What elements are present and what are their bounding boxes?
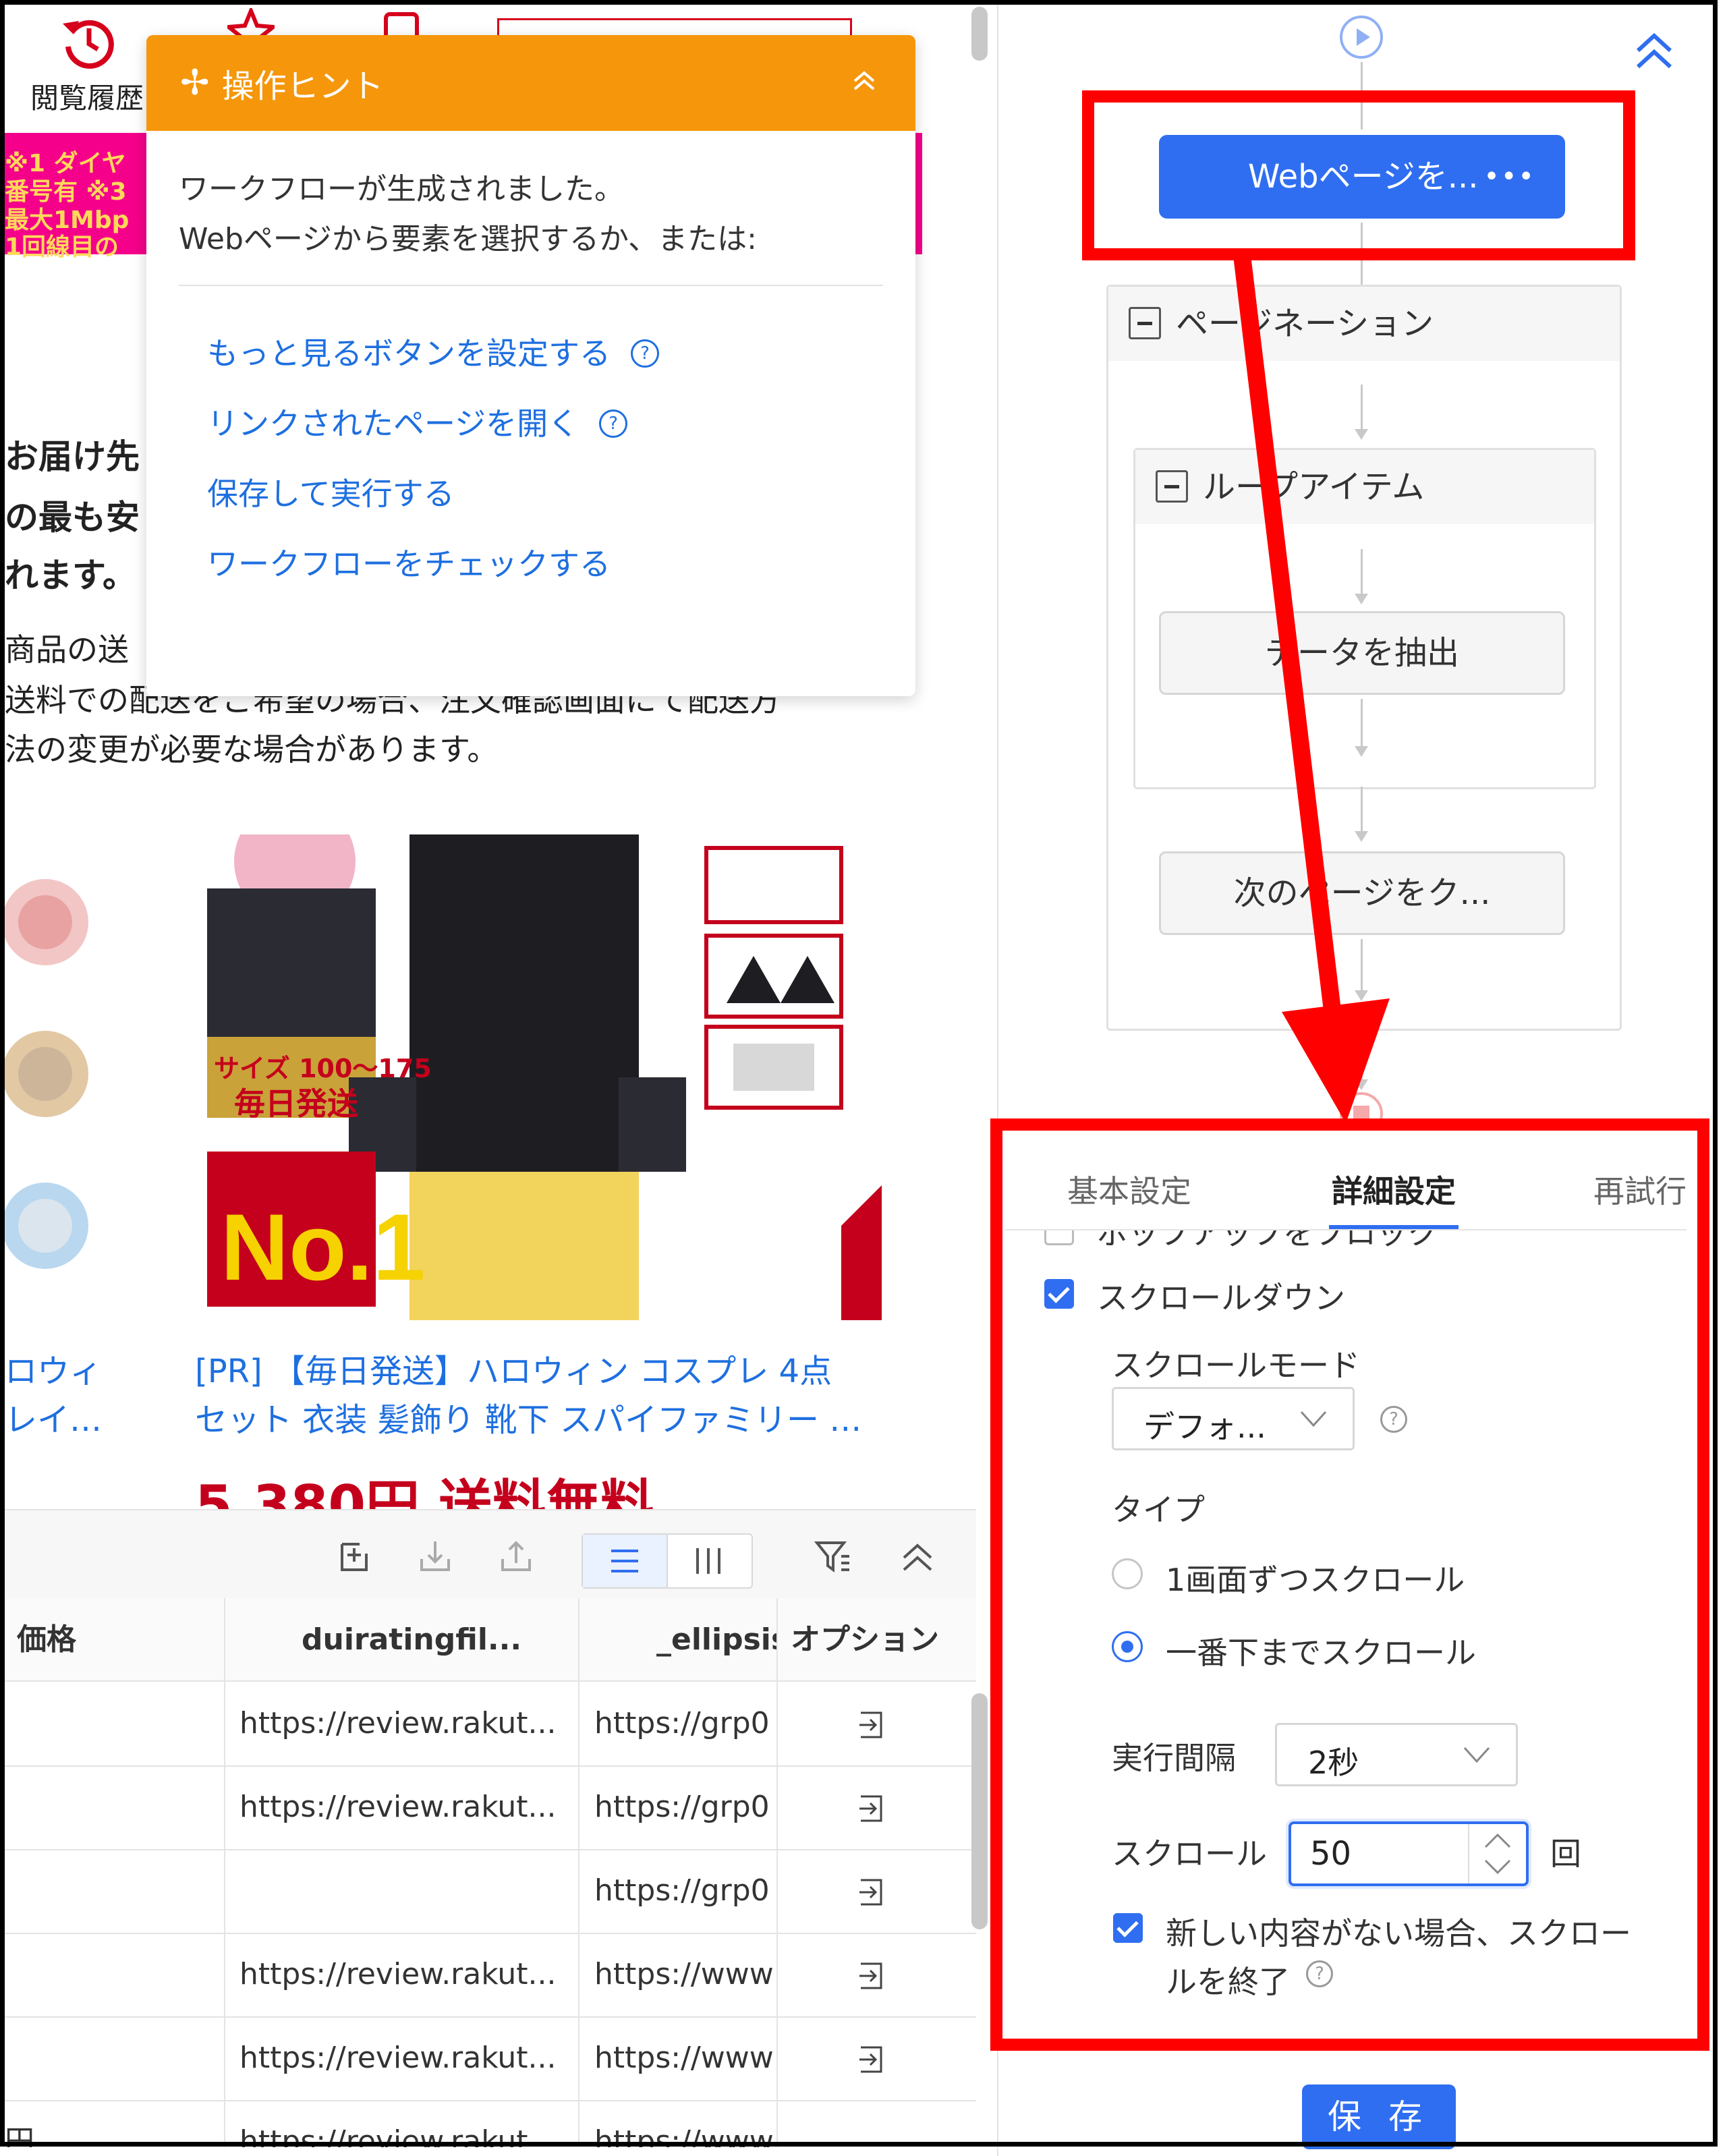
collapse-toggle-icon[interactable] <box>1129 307 1161 339</box>
link-label: ワークフローをチェックする <box>207 546 611 582</box>
table-cell[interactable]: https://review.rakut... <box>239 2016 570 2100</box>
row-option-icon[interactable] <box>858 1961 885 1991</box>
product-thumbnail[interactable] <box>5 841 99 1327</box>
popup-title: 操作ヒント <box>221 67 384 105</box>
collapse-up-icon[interactable] <box>899 1537 936 1575</box>
row-option-icon[interactable] <box>858 2045 885 2074</box>
product-badge-size: サイズ 100〜175 <box>214 1054 432 1083</box>
data-table-toolbar <box>5 1509 976 1599</box>
column-header[interactable]: _ellipsis <box>656 1598 776 1682</box>
page-heading: お届け先 <box>5 437 140 476</box>
import-icon[interactable] <box>416 1537 454 1575</box>
history-label[interactable]: 閲覧履歴 <box>30 76 144 117</box>
table-cell[interactable]: https://review.rakut... <box>239 2100 570 2147</box>
annotation-arrow-icon <box>1233 248 1390 1123</box>
collapse-icon[interactable] <box>851 67 878 94</box>
table-cell[interactable]: https://www <box>594 1933 776 2016</box>
popup-message: ワークフローが生成されました。 <box>179 172 624 206</box>
table-cell[interactable]: https://review.rakut... <box>239 1765 570 1849</box>
table-cell[interactable]: https://review.rakut... <box>239 1682 570 1765</box>
save-and-run-link[interactable]: 保存して実行する <box>179 459 883 529</box>
product-badge-daily: 毎日発送 <box>234 1085 358 1122</box>
column-view-icon[interactable] <box>692 1547 725 1575</box>
save-button[interactable]: 保 存 <box>1302 2084 1456 2149</box>
operation-hint-popup: ✢ 操作ヒント ワークフローが生成されました。 Webページから要素を選択するか… <box>146 35 915 696</box>
column-divider <box>578 1598 579 2147</box>
row-option-icon[interactable] <box>858 1794 885 1823</box>
list-view-icon <box>611 1550 638 1572</box>
add-field-icon[interactable] <box>335 1537 373 1575</box>
table-cell[interactable]: https://grp0 <box>594 1682 776 1765</box>
divider <box>179 285 883 286</box>
table-scrollbar[interactable] <box>971 1693 988 1929</box>
table-cell[interactable]: https://www <box>594 2100 776 2147</box>
open-linked-page-link[interactable]: リンクされたページを開く ? <box>179 389 883 459</box>
row-option-icon[interactable] <box>858 1710 885 1740</box>
product-image[interactable]: No.1 サイズ 100〜175 毎日発送 <box>194 834 882 1320</box>
product-title[interactable]: [PR] 【毎日発送】ハロウィン コスプレ 4点 セット 衣装 髪飾り 靴下 ス… <box>195 1347 924 1444</box>
link-label: 保存して実行する <box>207 476 455 512</box>
column-divider <box>224 1598 225 2147</box>
annotation-highlight-box <box>1082 90 1635 260</box>
browser-pane: 閲覧履歴 ※1 ダイヤ 番号有 ※3 最大1Mbp 1回線目の お届け先 の最も… <box>5 5 976 2147</box>
collapse-panel-icon[interactable] <box>1633 30 1676 71</box>
page-scrollbar[interactable] <box>971 7 988 61</box>
history-icon[interactable] <box>59 11 119 72</box>
popup-header[interactable]: ✢ 操作ヒント <box>146 35 915 131</box>
list-view-button[interactable] <box>583 1535 668 1587</box>
table-cell[interactable]: 円 <box>5 2100 45 2147</box>
table-cell[interactable]: https://grp0 <box>594 1765 776 1849</box>
popup-body: ワークフローが生成されました。 Webページから要素を選択するか、または: もっ… <box>146 131 915 599</box>
table-cell[interactable]: https://review.rakut... <box>239 1933 570 2016</box>
page-heading: れます。 <box>5 556 136 595</box>
link-label: もっと見るボタンを設定する <box>207 335 611 372</box>
product-title-line: [PR] 【毎日発送】ハロウィン コスプレ 4点 <box>195 1353 832 1390</box>
column-header: オプション <box>791 1622 939 1657</box>
column-header[interactable]: duiratingfil... <box>302 1598 521 1682</box>
column-header[interactable]: 価格 <box>17 1598 76 1682</box>
set-load-more-button-link[interactable]: もっと見るボタンを設定する ? <box>179 318 883 389</box>
page-text: 商品の送 <box>5 631 129 668</box>
column-divider <box>776 1598 778 2147</box>
product-title[interactable]: ロウィ レイ… <box>5 1347 102 1444</box>
page-text: 法の変更が必要な場合があります。 <box>5 731 499 768</box>
link-label: リンクされたページを開く <box>207 405 579 442</box>
view-toggle[interactable] <box>582 1533 753 1589</box>
page-heading: の最も安 <box>5 498 140 537</box>
help-icon[interactable]: ? <box>631 339 659 368</box>
row-divider <box>5 1849 976 1850</box>
product-title-line: ロウィ <box>5 1353 103 1390</box>
product-title-line: レイ… <box>5 1401 103 1439</box>
filter-icon[interactable] <box>814 1537 852 1575</box>
start-icon <box>1340 16 1383 59</box>
table-cell[interactable]: https://grp0 <box>594 1849 776 1933</box>
move-icon[interactable]: ✢ <box>180 63 210 103</box>
help-icon[interactable]: ? <box>599 409 628 438</box>
popup-message: Webページから要素を選択するか、または: <box>179 222 757 256</box>
table-cell[interactable]: https://www <box>594 2016 776 2100</box>
collapse-toggle-icon[interactable] <box>1156 470 1188 503</box>
product-badge-no1: No.1 <box>221 1194 425 1300</box>
product-title-line: セット 衣装 髪飾り 靴下 スパイファミリー … <box>195 1401 862 1439</box>
banner-text: 1回線目の <box>5 233 119 261</box>
export-icon[interactable] <box>497 1537 535 1575</box>
annotation-highlight-box <box>990 1118 1709 2051</box>
check-workflow-link[interactable]: ワークフローをチェックする <box>179 529 883 599</box>
row-option-icon[interactable] <box>858 1877 885 1907</box>
